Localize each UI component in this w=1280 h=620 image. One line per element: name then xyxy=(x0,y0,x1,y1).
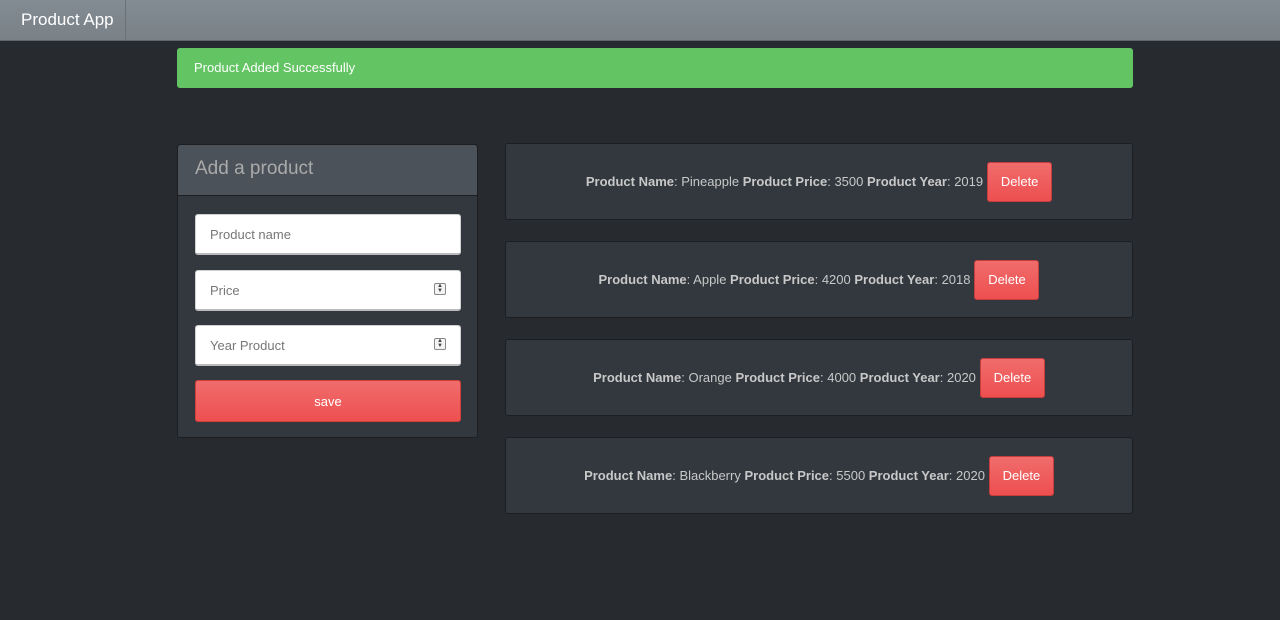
product-year-value: 2019 xyxy=(954,174,984,189)
product-year-value: 2020 xyxy=(946,370,976,385)
product-name-value: Pineapple xyxy=(681,174,740,189)
price-field: ▲▼ xyxy=(195,270,461,311)
product-name-label: Product Name xyxy=(584,468,673,483)
delete-button[interactable]: Delete xyxy=(988,455,1054,496)
product-year-label: Product Year xyxy=(868,468,949,483)
year-field: ▲▼ xyxy=(195,325,461,366)
product-name-value: Orange xyxy=(688,370,732,385)
product-year-label: Product Year xyxy=(867,174,947,189)
navbar: Product App xyxy=(0,0,1280,41)
product-info: Product Name: Apple Product Price: 4200 … xyxy=(598,272,971,287)
year-input[interactable] xyxy=(195,325,461,366)
product-name-value: Blackberry xyxy=(679,468,741,483)
product-price-value: 4000 xyxy=(827,370,857,385)
product-name-label: Product Name xyxy=(585,174,674,189)
product-price-label: Product Price xyxy=(730,272,815,287)
product-name-input[interactable] xyxy=(195,214,461,255)
year-spinner-icon[interactable]: ▲ ▼ xyxy=(434,338,446,350)
price-spinner-icon[interactable]: ▲ ▼ xyxy=(434,283,446,295)
product-name-value: Apple xyxy=(693,272,727,287)
product-year-label: Product Year xyxy=(854,272,935,287)
product-name-label: Product Name xyxy=(593,370,682,385)
product-price-value: 5500 xyxy=(836,468,866,483)
product-price-value: 4200 xyxy=(821,272,851,287)
add-product-card: Add a product ▲▼ ▲▼ save xyxy=(177,144,478,438)
product-price-label: Product Price xyxy=(735,370,820,385)
navbar-brand[interactable]: Product App xyxy=(0,0,126,40)
product-info: Product Name: Orange Product Price: 4000… xyxy=(593,370,976,385)
product-row: Product Name: Orange Product Price: 4000… xyxy=(505,339,1133,416)
add-product-title: Add a product xyxy=(178,145,477,196)
product-row: Product Name: Blackberry Product Price: … xyxy=(505,437,1133,514)
delete-button[interactable]: Delete xyxy=(987,161,1053,202)
product-row: Product Name: Apple Product Price: 4200 … xyxy=(505,241,1133,318)
price-input[interactable] xyxy=(195,270,461,311)
product-year-value: 2020 xyxy=(956,468,985,483)
product-name-label: Product Name xyxy=(598,272,687,287)
product-info: Product Name: Pineapple Product Price: 3… xyxy=(585,174,984,189)
product-price-value: 3500 xyxy=(834,174,864,189)
delete-button[interactable]: Delete xyxy=(979,357,1045,398)
product-info: Product Name: Blackberry Product Price: … xyxy=(584,468,985,483)
product-price-label: Product Price xyxy=(744,468,830,483)
product-row: Product Name: Pineapple Product Price: 3… xyxy=(505,143,1133,220)
product-price-label: Product Price xyxy=(742,174,828,189)
delete-button[interactable]: Delete xyxy=(974,259,1040,300)
success-alert: Product Added Successfully xyxy=(177,48,1133,88)
product-year-value: 2018 xyxy=(941,272,971,287)
save-button[interactable]: save xyxy=(195,380,461,422)
product-year-label: Product Year xyxy=(859,370,940,385)
